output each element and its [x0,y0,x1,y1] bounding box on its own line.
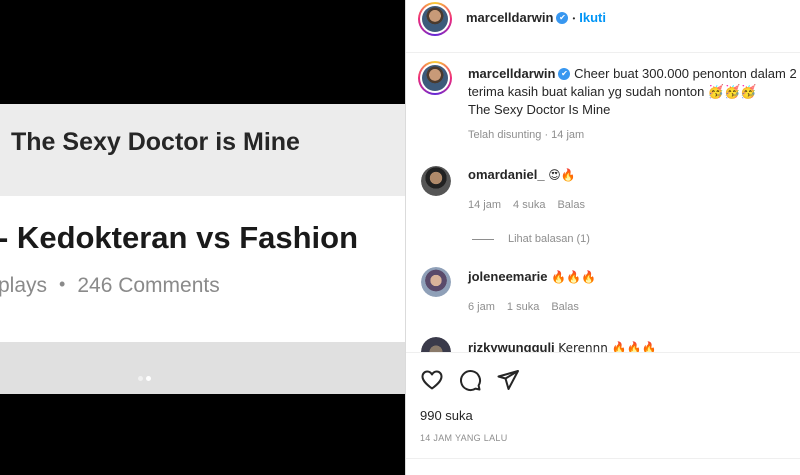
comment-icon[interactable] [458,368,482,392]
image-band-white: - Kedokteran vs Fashion plays • 246 Commen… [0,196,405,342]
header-avatar[interactable] [418,2,452,36]
divider [406,352,800,353]
post-sidebar: marcelldarwin ✔ • Ikuti marcelldarwin ✔ Chee… [405,0,800,475]
comment-time[interactable]: 6 jam [468,301,495,313]
caption-line-1: Cheer buat 300.000 penonton dalam 2 h [574,66,800,81]
caption: marcelldarwin ✔ Cheer buat 300.000 penont… [468,65,800,119]
heart-icon[interactable] [420,368,444,392]
post-image: The Sexy Doctor is Mine - Kedokteran vs … [0,104,405,394]
image-video-title: - Kedokteran vs Fashion [0,220,359,255]
comment-text: Kerennn 🔥🔥🔥 [558,341,657,352]
comment-text: 🔥🔥🔥 [551,270,596,284]
carousel-indicator [138,376,151,381]
comment-avatar[interactable] [421,337,451,352]
share-icon[interactable] [496,368,520,392]
post-actions [420,368,520,392]
divider-bottom [406,458,800,459]
comment-likes[interactable]: 4 suka [513,199,545,211]
comment-time[interactable]: 14 jam [468,199,501,211]
image-title-text: The Sexy Doctor is Mine [11,128,300,156]
post-time[interactable]: 14 JAM YANG LALU [420,433,508,443]
carousel-dot-active [146,376,151,381]
comment: joleneemarie 🔥🔥🔥 [468,269,596,284]
comment-avatar[interactable] [421,267,451,297]
verified-icon: ✔ [556,11,569,24]
view-replies-button[interactable]: Lihat balasan (1) [472,233,590,245]
header-user-row: marcelldarwin ✔ • Ikuti [466,10,606,25]
replies-line [472,238,494,240]
comment-meta: 6 jam 1 suka Balas [468,301,591,313]
image-video-stats: plays • 246 Comments [0,274,220,298]
follow-button[interactable]: Ikuti [579,10,606,25]
view-replies-label: Lihat balasan (1) [508,233,590,245]
post-media[interactable]: The Sexy Doctor is Mine - Kedokteran vs … [0,0,405,475]
comment-avatar[interactable] [421,166,451,196]
caption-avatar[interactable] [418,61,452,95]
comment-meta: 14 jam 4 suka Balas [468,199,597,211]
header-username[interactable]: marcelldarwin [466,10,553,25]
stats-plays: plays [0,274,48,297]
comments-list[interactable]: marcelldarwin ✔ Cheer buat 300.000 penont… [406,52,800,352]
caption-line-3: The Sexy Doctor Is Mine [468,102,611,117]
comment-reply-button[interactable]: Balas [551,301,579,313]
comment-text: 😍🔥 [548,168,576,182]
image-band-gray [0,342,405,394]
header-separator: • [572,14,576,24]
caption-line-2: terima kasih buat kalian yg sudah nonton… [468,84,757,99]
caption-meta: Telah disunting · 14 jam [468,129,585,141]
stats-separator: • [59,274,66,294]
post-header: marcelldarwin ✔ • Ikuti [406,0,800,38]
comment-likes[interactable]: 1 suka [507,301,539,313]
likes-count[interactable]: 990 suka [420,408,473,423]
comment-username[interactable]: rizkywungguli [468,340,555,352]
image-band-title: The Sexy Doctor is Mine [0,104,405,196]
comment-username[interactable]: joleneemarie [468,269,548,284]
comment-reply-button[interactable]: Balas [557,199,585,211]
comment: rizkywungguli Kerennn 🔥🔥🔥 [468,340,656,352]
verified-icon: ✔ [558,67,571,80]
comment-username[interactable]: omardaniel_ [468,167,545,182]
carousel-dot [138,376,143,381]
comment: omardaniel_ 😍🔥 [468,167,576,182]
stats-comments: 246 Comments [77,274,220,297]
caption-username[interactable]: marcelldarwin [468,66,555,81]
